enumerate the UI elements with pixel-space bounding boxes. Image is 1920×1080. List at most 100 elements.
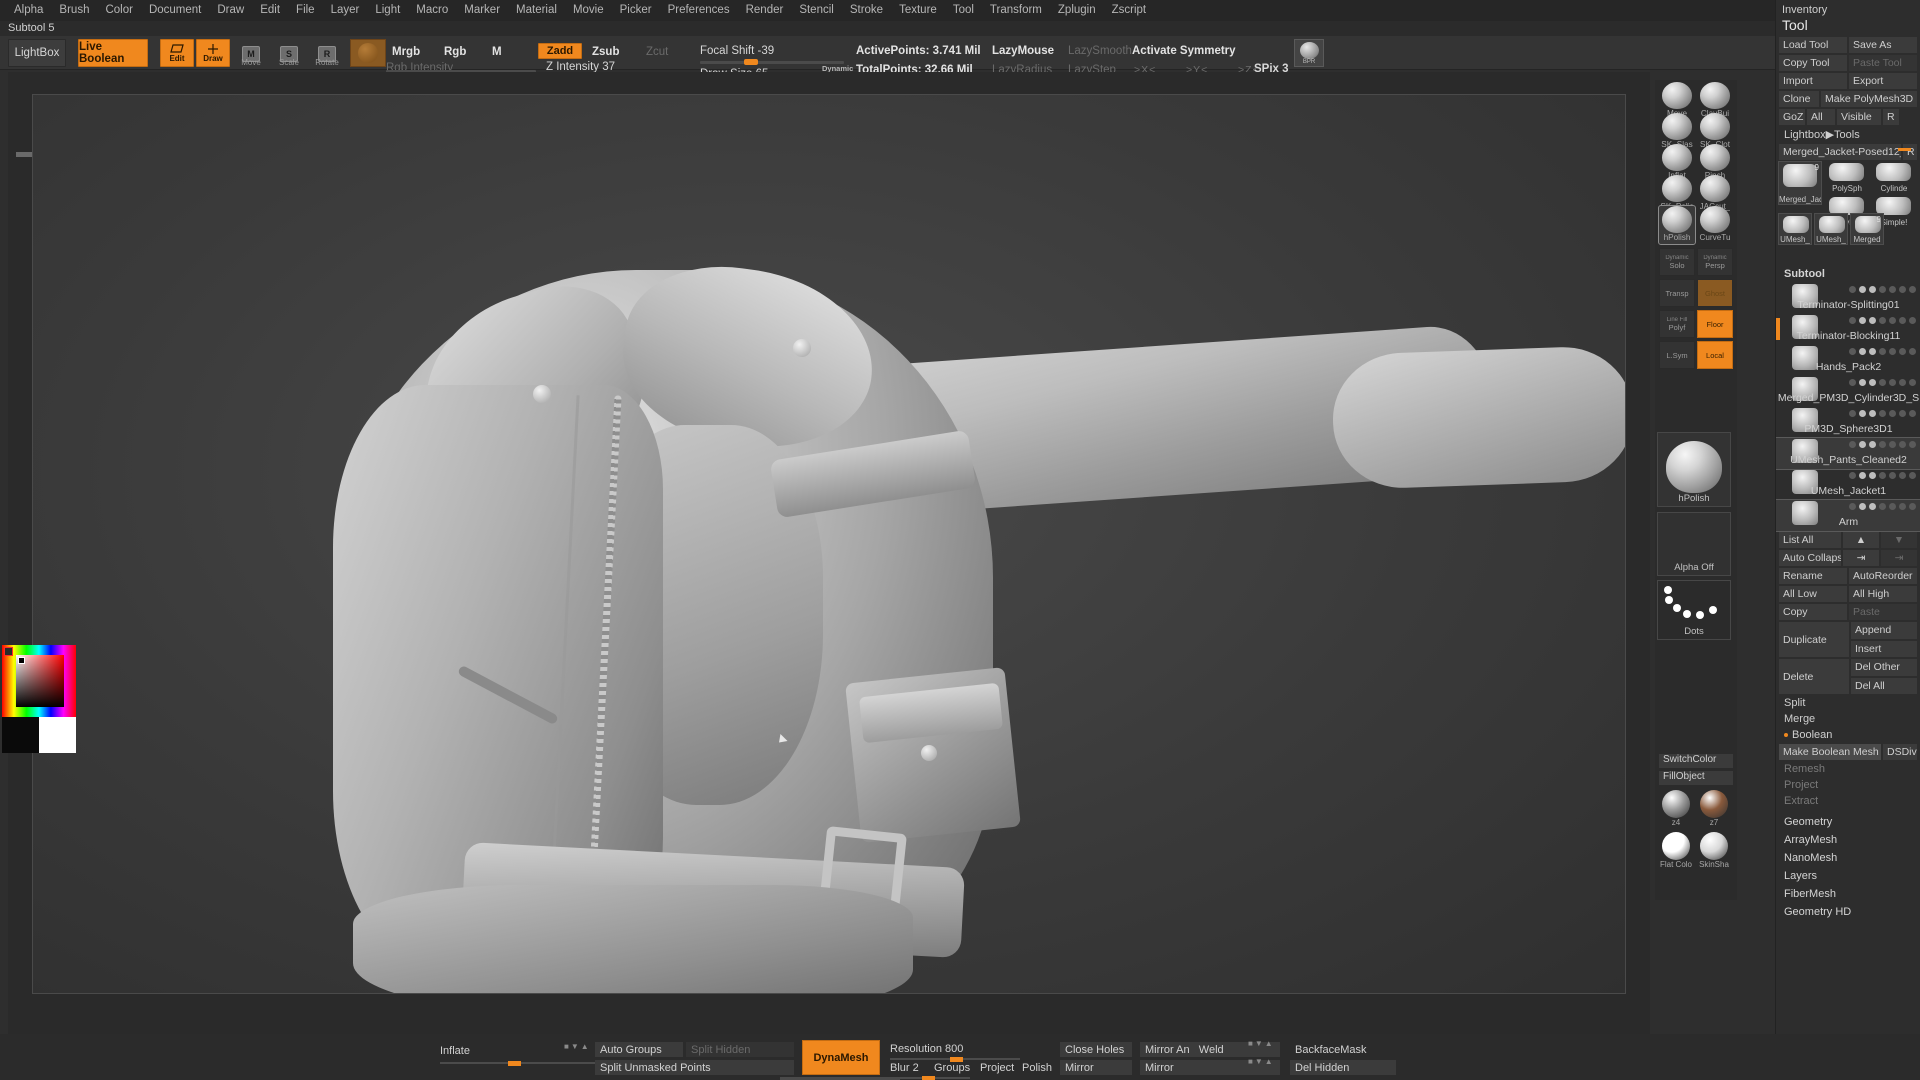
m-button[interactable]: M: [492, 46, 502, 58]
copy-tool-button[interactable]: Copy Tool: [1779, 55, 1847, 71]
focal-shift-knob[interactable]: [744, 59, 758, 65]
activate-symmetry-button[interactable]: Activate Symmetry: [1132, 45, 1236, 57]
subtool-eye-icon[interactable]: [1849, 317, 1856, 324]
menu-item-marker[interactable]: Marker: [456, 0, 508, 21]
subtool-split-icon[interactable]: [1889, 379, 1896, 386]
subtool-row[interactable]: UMesh_Pants_Cleaned2: [1776, 437, 1920, 470]
menu-item-preferences[interactable]: Preferences: [660, 0, 738, 21]
subtool-move-up-button[interactable]: ▲: [1843, 532, 1879, 548]
dynamesh-button[interactable]: DynaMesh: [802, 1040, 880, 1075]
current-brush-preview[interactable]: hPolish: [1657, 432, 1731, 507]
rename-button[interactable]: Rename: [1779, 568, 1847, 584]
resolution-slider-label[interactable]: Resolution 800: [890, 1043, 963, 1055]
live-boolean-button[interactable]: Live Boolean: [78, 39, 148, 67]
zcut-button[interactable]: Zcut: [646, 46, 668, 58]
mrgb-button[interactable]: Mrgb: [392, 46, 420, 58]
shelf-toggle-solo[interactable]: Dynamic Solo: [1659, 248, 1695, 276]
subtool-moon-icon[interactable]: [1879, 348, 1886, 355]
subtool-row[interactable]: Terminator-Splitting01: [1776, 283, 1920, 314]
merge-section[interactable]: Merge: [1776, 711, 1920, 727]
material-flat-colo[interactable]: Flat Colo: [1659, 832, 1693, 874]
menu-item-alpha[interactable]: Alpha: [6, 0, 51, 21]
brush-curvetu[interactable]: CurveTu: [1697, 206, 1733, 244]
current-tool-name[interactable]: Merged_Jacket-Posed12_49: [1779, 144, 1901, 160]
close-holes-button[interactable]: Close Holes: [1060, 1042, 1132, 1057]
rgb-button[interactable]: Rgb: [444, 46, 466, 58]
subtool-moon-icon[interactable]: [1879, 379, 1886, 386]
subtool-shadow-icon[interactable]: [1909, 379, 1916, 386]
current-tool-r-button[interactable]: R: [1903, 144, 1917, 160]
color-selector-button[interactable]: [350, 39, 386, 67]
tool-thumbnail[interactable]: UMesh_: [1778, 213, 1812, 245]
lightbox-button[interactable]: LightBox: [8, 39, 66, 67]
subtool-paint-icon[interactable]: [1899, 441, 1906, 448]
scale-button[interactable]: S Scale: [274, 39, 304, 67]
shelf-toggle-floor[interactable]: Floor: [1697, 310, 1733, 338]
subtool-shadow-icon[interactable]: [1909, 317, 1916, 324]
color-picker-mode-icon[interactable]: [4, 647, 13, 656]
subtool-group-out-button[interactable]: ⇥: [1881, 550, 1917, 566]
remesh-section[interactable]: Remesh: [1776, 761, 1920, 777]
subtool-move-down-button[interactable]: ▼: [1881, 532, 1917, 548]
menu-item-tool[interactable]: Tool: [945, 0, 982, 21]
goz-all-button[interactable]: All: [1807, 109, 1835, 125]
subtool-split-icon[interactable]: [1889, 503, 1896, 510]
menu-item-macro[interactable]: Macro: [408, 0, 456, 21]
subtool-moon-icon[interactable]: [1879, 317, 1886, 324]
shelf-toggle-transp[interactable]: Transp: [1659, 279, 1695, 307]
project-section[interactable]: Project: [1776, 777, 1920, 793]
canvas-area[interactable]: [8, 72, 1650, 1034]
edit-button[interactable]: Edit: [160, 39, 194, 67]
menu-item-transform[interactable]: Transform: [982, 0, 1050, 21]
subtool-vis1-icon[interactable]: [1859, 286, 1866, 293]
focal-shift-slider-label[interactable]: Focal Shift -39: [700, 45, 774, 57]
split-section[interactable]: Split: [1776, 695, 1920, 711]
subtool-eye-icon[interactable]: [1849, 441, 1856, 448]
tool-thumbnail[interactable]: Cylinde: [1872, 161, 1916, 193]
subtool-toggle-icons[interactable]: [1849, 286, 1916, 293]
subtool-vis2-icon[interactable]: [1869, 410, 1876, 417]
subtool-shadow-icon[interactable]: [1909, 286, 1916, 293]
menu-item-movie[interactable]: Movie: [565, 0, 612, 21]
subtool-moon-icon[interactable]: [1879, 441, 1886, 448]
subtool-eye-icon[interactable]: [1849, 410, 1856, 417]
import-button[interactable]: Import: [1779, 73, 1847, 89]
subtool-vis2-icon[interactable]: [1869, 472, 1876, 479]
append-button[interactable]: Append: [1851, 622, 1917, 639]
subtool-toggle-icons[interactable]: [1849, 472, 1916, 479]
subtool-paint-icon[interactable]: [1899, 503, 1906, 510]
subtool-paint-icon[interactable]: [1899, 410, 1906, 417]
subtool-paint-icon[interactable]: [1899, 472, 1906, 479]
subtool-eye-icon[interactable]: [1849, 286, 1856, 293]
subtool-toggle-icons[interactable]: [1849, 379, 1916, 386]
subtool-toggle-icons[interactable]: [1849, 410, 1916, 417]
auto-groups-button[interactable]: Auto Groups: [595, 1042, 683, 1057]
subtool-paint-icon[interactable]: [1899, 317, 1906, 324]
subtool-vis2-icon[interactable]: [1869, 348, 1876, 355]
menu-item-file[interactable]: File: [288, 0, 323, 21]
inflate-track[interactable]: [440, 1062, 620, 1064]
subtool-shadow-icon[interactable]: [1909, 472, 1916, 479]
palette-section-geometry-hd[interactable]: Geometry HD: [1776, 903, 1920, 921]
rotate-button[interactable]: R Rotate: [312, 39, 342, 67]
menu-item-brush[interactable]: Brush: [51, 0, 97, 21]
subtool-paint-icon[interactable]: [1899, 286, 1906, 293]
shelf-toggle-polyf[interactable]: Line Fill Polyf: [1659, 310, 1695, 338]
delete-button[interactable]: Delete: [1779, 659, 1849, 694]
del-other-button[interactable]: Del Other: [1851, 659, 1917, 676]
secondary-color-swatch[interactable]: [2, 717, 39, 753]
subtool-split-icon[interactable]: [1889, 472, 1896, 479]
list-all-button[interactable]: List All: [1779, 532, 1841, 548]
3d-viewport[interactable]: [33, 95, 1625, 993]
subtool-vis2-icon[interactable]: [1869, 379, 1876, 386]
split-unmasked-points-button[interactable]: Split Unmasked Points: [595, 1060, 794, 1075]
del-all-button[interactable]: Del All: [1851, 677, 1917, 694]
subtool-eye-icon[interactable]: [1849, 379, 1856, 386]
blur-slider-label[interactable]: Blur 2: [890, 1062, 919, 1074]
subtool-vis1-icon[interactable]: [1859, 410, 1866, 417]
fill-object-button[interactable]: FillObject: [1659, 771, 1733, 785]
make-polymesh3d-button[interactable]: Make PolyMesh3D: [1821, 91, 1917, 107]
subtool-toggle-icons[interactable]: [1849, 317, 1916, 324]
menu-item-draw[interactable]: Draw: [209, 0, 252, 21]
clone-button[interactable]: Clone: [1779, 91, 1819, 107]
